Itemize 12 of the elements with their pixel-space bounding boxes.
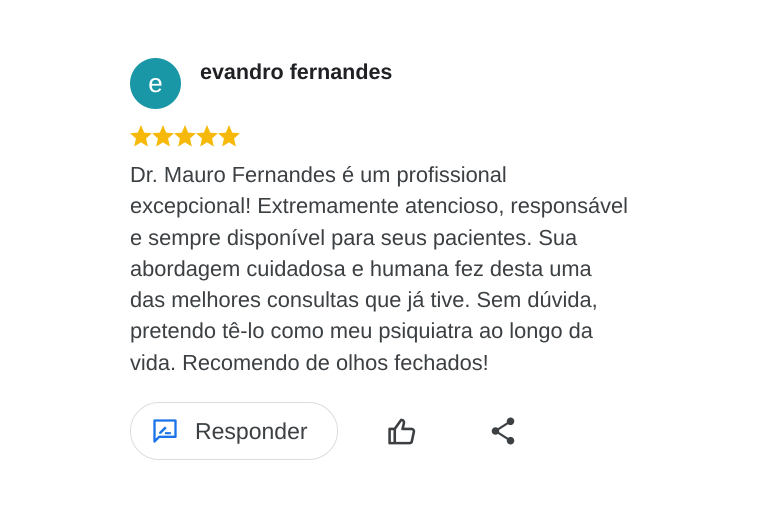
star-icon [174,125,196,147]
author-name: evandro fernandes [200,60,392,84]
reply-button[interactable]: Responder [130,402,338,460]
avatar: e [130,58,181,109]
review-text: Dr. Mauro Fernandes é um profissional excepcional! Extremamente atencioso, responsável e sempre disponível para seus pacientes. Sua abordagem cuidadosa e humana fez desta uma das melhores consultas que já tive. Sem dúvida, pretendo tê-lo como meu psiquiatra ao longo da vida. Recomendo de olhos fechados! [130,161,629,377]
share-icon[interactable] [490,417,516,446]
star-icon [130,125,152,147]
star-icon [196,125,218,147]
star-icon [152,125,174,147]
star-icon [218,125,240,147]
reply-icon [151,417,179,446]
thumbs-up-icon[interactable] [387,416,418,446]
